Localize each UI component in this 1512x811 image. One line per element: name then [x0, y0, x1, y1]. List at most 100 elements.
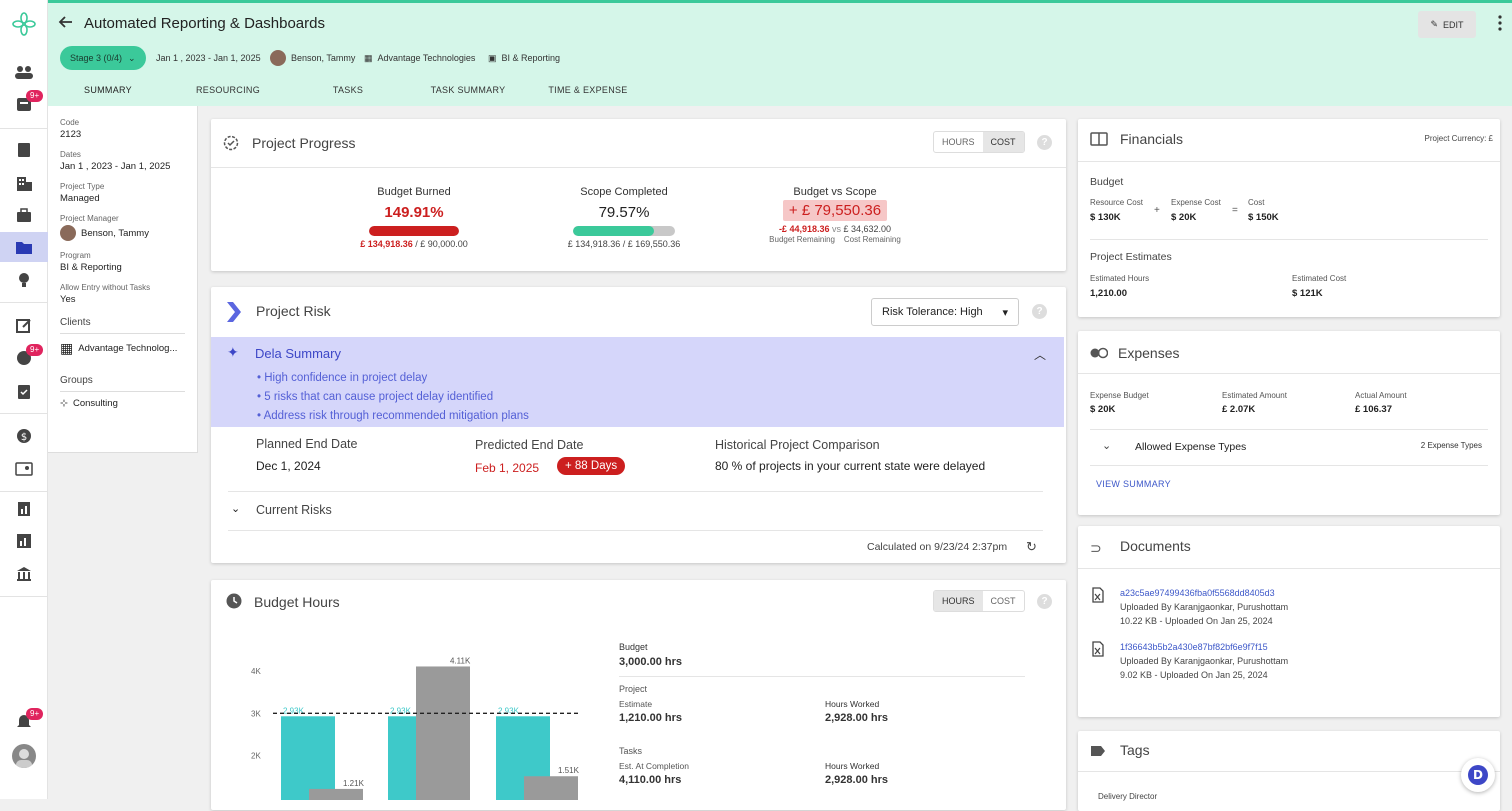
program-value: BI & Reporting: [60, 262, 122, 273]
estimated-amount-value: £ 2.07K: [1222, 404, 1256, 415]
bullet-text: 5 risks that can cause project delay ide…: [264, 391, 494, 403]
collapse-chevron-icon[interactable]: ︿: [1034, 346, 1046, 363]
tag-icon: [1090, 744, 1106, 762]
type-value: Managed: [60, 193, 100, 204]
people-icon[interactable]: [12, 60, 36, 84]
documents-title: Documents: [1120, 538, 1191, 554]
actual-amount-value: £ 106.37: [1355, 404, 1392, 415]
divider: [228, 491, 1043, 492]
refresh-icon[interactable]: ↻: [1026, 539, 1037, 555]
bar-value-label: 2.93K: [498, 706, 520, 715]
document-link[interactable]: 1f36643b5b2a430e87bf82bf6e9f7f15: [1120, 642, 1268, 652]
bullet-text: High confidence in project delay: [264, 372, 428, 384]
budget-hours-title: Budget Hours: [254, 594, 340, 610]
program-chip[interactable]: ▣ BI & Reporting: [488, 47, 560, 69]
tab-task-summary[interactable]: TASK SUMMARY: [408, 78, 528, 109]
cost-option[interactable]: COST: [983, 591, 1024, 611]
dates-text: Jan 1 , 2023 - Jan 1, 2025: [156, 53, 261, 63]
lightbulb-icon[interactable]: [12, 268, 36, 292]
divider: [1078, 373, 1500, 374]
estimate-value: 1,210.00 hrs: [619, 712, 682, 724]
document-link[interactable]: a23c5ae97499436fba0f5568dd8405d3: [1120, 588, 1275, 598]
budget-progress-bar: [369, 226, 459, 236]
client-item[interactable]: ▦ Advantage Technolog...: [60, 340, 185, 357]
project-label: Project: [619, 684, 648, 694]
projects-folder-icon[interactable]: [0, 232, 48, 262]
predicted-end-label: Predicted End Date: [475, 438, 584, 452]
user-avatar[interactable]: [12, 744, 36, 768]
hours-option[interactable]: HOURS: [934, 591, 983, 611]
tasks-label: Tasks: [619, 746, 643, 756]
clipboard-icon[interactable]: [12, 379, 36, 403]
view-summary-link[interactable]: VIEW SUMMARY: [1096, 479, 1171, 489]
tab-summary[interactable]: SUMMARY: [48, 78, 168, 109]
document-uploader: Uploaded By Karanjgaonkar, Purushottam: [1120, 602, 1289, 612]
manager-label: Project Manager: [60, 214, 119, 223]
dollar-icon[interactable]: $: [12, 424, 36, 448]
project-manager-chip[interactable]: Benson, Tammy: [270, 47, 355, 69]
allowed-expense-types[interactable]: Allowed Expense Types: [1135, 441, 1246, 453]
help-icon[interactable]: ?: [1032, 304, 1047, 319]
rail-divider: [0, 413, 48, 414]
book-icon[interactable]: [12, 138, 36, 162]
back-arrow-icon[interactable]: [58, 14, 74, 35]
current-risks-toggle[interactable]: Current Risks: [256, 503, 332, 517]
hours-cost-toggle: HOURS COST: [933, 590, 1025, 612]
dela-summary-title: Dela Summary: [255, 346, 341, 361]
paperclip-icon: ⊃: [1090, 540, 1102, 556]
tab-tasks[interactable]: TASKS: [288, 78, 408, 109]
tab-resourcing[interactable]: RESOURCING: [168, 78, 288, 109]
expenses-card: Expenses Expense Budget $ 20K Estimated …: [1078, 331, 1500, 515]
help-icon[interactable]: ?: [1037, 594, 1052, 609]
building-icon: ▦: [364, 52, 373, 63]
risk-tolerance-value: Risk Tolerance: High: [882, 306, 983, 318]
id-card-icon[interactable]: [12, 457, 36, 481]
group-item[interactable]: ⊹ Consulting: [60, 398, 185, 409]
more-vert-icon[interactable]: [1498, 15, 1502, 36]
estimates-heading: Project Estimates: [1090, 251, 1172, 263]
hours-worked-value: 2,928.00 hrs: [825, 712, 888, 724]
budget-value: 3,000.00 hrs: [619, 656, 682, 668]
hours-option[interactable]: HOURS: [934, 132, 983, 152]
assistant-fab[interactable]: D: [1461, 758, 1495, 792]
entry-label: Allow Entry without Tasks: [60, 283, 151, 292]
manager-value: Benson, Tammy: [60, 225, 185, 241]
financials-card: Financials Project Currency: £ Budget Re…: [1078, 119, 1500, 317]
bar-value-label: 1.21K: [343, 779, 365, 788]
budget-hours-chart: 4K3K2K2.93K1.21K2.93K4.11K2.93K1.51K: [251, 656, 581, 800]
eac-value: 4,110.00 hrs: [619, 774, 682, 786]
briefcase-icon[interactable]: [12, 203, 36, 227]
logo-icon[interactable]: [12, 12, 36, 36]
project-risk-card: Project Risk Risk Tolerance: High ▾ ? ✦ D…: [211, 287, 1066, 563]
ledger-icon: [1090, 132, 1108, 151]
edit-sheet-icon[interactable]: [12, 313, 36, 337]
clients-heading: Clients: [60, 317, 185, 334]
metric-heading: Budget vs Scope: [793, 186, 877, 198]
vs-text: vs: [832, 224, 841, 234]
calculated-timestamp: Calculated on 9/23/24 2:37pm: [867, 541, 1008, 553]
divider: [1090, 429, 1488, 430]
help-icon[interactable]: ?: [1037, 135, 1052, 150]
resource-cost-value: $ 130K: [1090, 212, 1121, 223]
cost-option[interactable]: COST: [982, 132, 1024, 152]
svg-text:D: D: [1473, 768, 1483, 782]
client-chip[interactable]: ▦ Advantage Technologies: [364, 47, 475, 69]
estimated-amount-label: Estimated Amount: [1222, 391, 1287, 400]
historical-value: 80 % of projects in your current state w…: [715, 459, 986, 473]
report-icon[interactable]: [12, 497, 36, 521]
stage-dropdown[interactable]: Stage 3 (0/4) ⌄: [60, 46, 146, 70]
estimated-hours-value: 1,210.00: [1090, 288, 1127, 299]
bank-icon[interactable]: [12, 562, 36, 586]
expand-chevron-icon[interactable]: ⌄: [1102, 439, 1111, 452]
building-icon[interactable]: [12, 171, 36, 195]
financials-title: Financials: [1120, 131, 1184, 147]
metric-subtext: -£ 44,918.36 vs £ 34,632.00: [745, 224, 925, 234]
manager-text: Benson, Tammy: [291, 53, 356, 63]
risk-tolerance-select[interactable]: Risk Tolerance: High ▾: [871, 298, 1019, 326]
analytics-icon[interactable]: [12, 529, 36, 553]
cost-remaining-label: Cost Remaining: [843, 235, 901, 244]
expand-chevron-icon[interactable]: ⌄: [231, 502, 240, 515]
tab-time-expense[interactable]: TIME & EXPENSE: [528, 78, 648, 109]
dela-bullet: • 5 risks that can cause project delay i…: [257, 391, 494, 403]
edit-button[interactable]: ✎ EDIT: [1418, 11, 1476, 38]
